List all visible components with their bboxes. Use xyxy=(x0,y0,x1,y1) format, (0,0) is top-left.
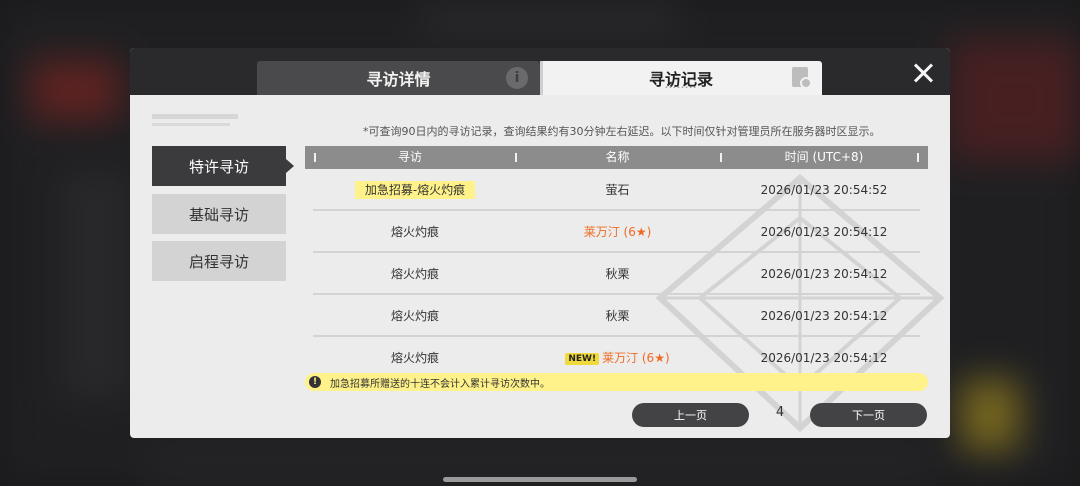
column-header-name: 名称 xyxy=(605,150,630,164)
document-icon xyxy=(792,67,812,89)
info-icon: i xyxy=(506,67,528,89)
tab-recruit-details[interactable]: 寻访详情 i xyxy=(257,61,540,95)
side-tab-starter-recruit[interactable]: 启程寻访 xyxy=(152,241,286,281)
cell-name: 萤石 xyxy=(605,183,630,197)
cell-time: 2026/01/23 20:54:12 xyxy=(760,267,888,281)
faded-code-text xyxy=(152,123,230,126)
close-icon[interactable] xyxy=(910,60,936,86)
cell-pool: 熔火灼痕 xyxy=(390,309,439,323)
column-header-pool: 寻访 xyxy=(397,150,422,164)
warning-icon: ! xyxy=(309,376,321,388)
side-tab-label: 特许寻访 xyxy=(188,157,249,176)
query-notice: *可查询90日内的寻访记录，查询结果约有30分钟左右延迟。以下时间仅针对管理员所… xyxy=(363,125,881,138)
column-header-time: 时间 (UTC+8) xyxy=(784,150,864,164)
cell-time: 2026/01/23 20:54:52 xyxy=(760,183,888,197)
side-tab-label: 基础寻访 xyxy=(188,205,249,224)
tab-recruit-records[interactable]: 寻访记录 ········ xyxy=(540,61,822,95)
column-separator xyxy=(917,153,919,162)
tab-active-indicator: ········ xyxy=(664,83,698,92)
cell-name-six-star: 莱万汀 (6★) xyxy=(583,225,652,239)
tip-bar: ! 加急招募所赠送的十连不会计入累计寻访次数中。 xyxy=(305,373,928,391)
table-header: 寻访 名称 时间 (UTC+8) xyxy=(305,146,928,169)
faded-code-text xyxy=(152,114,238,119)
tip-text: 加急招募所赠送的十连不会计入累计寻访次数中。 xyxy=(330,378,550,390)
table-row: 熔火灼痕 秋栗 2026/01/23 20:54:12 xyxy=(305,253,928,295)
table-row: 熔火灼痕 莱万汀 (6★) 2026/01/23 20:54:12 xyxy=(305,211,928,253)
cell-time: 2026/01/23 20:54:12 xyxy=(760,309,888,323)
next-page-label: 下一页 xyxy=(852,409,885,422)
side-tab-basic-recruit[interactable]: 基础寻访 xyxy=(152,194,286,234)
next-page-button[interactable]: 下一页 xyxy=(810,403,927,427)
cell-name: 秋栗 xyxy=(605,267,630,281)
cell-name-six-star: 莱万汀 (6★) xyxy=(602,351,670,365)
side-tab-label: 启程寻访 xyxy=(188,252,249,271)
table-row: 熔火灼痕 秋栗 2026/01/23 20:54:12 xyxy=(305,295,928,337)
highlighted-pool-label: 加急招募-熔火灼痕 xyxy=(354,181,476,199)
new-badge: NEW! xyxy=(565,353,600,365)
recruit-history-dialog: 寻访详情 i 寻访记录 ········ 特许寻访 基础寻访 启程寻访 *可查询… xyxy=(130,48,950,438)
prev-page-label: 上一页 xyxy=(674,409,707,422)
cell-pool: 加急招募-熔火灼痕 xyxy=(305,169,525,211)
tab-details-label: 寻访详情 xyxy=(366,70,431,89)
tab-active-accent xyxy=(540,61,543,95)
cell-time: 2026/01/23 20:54:12 xyxy=(760,225,888,239)
cell-pool: 熔火灼痕 xyxy=(390,267,439,281)
table-row: 加急招募-熔火灼痕 萤石 2026/01/23 20:54:52 xyxy=(305,169,928,211)
cell-pool: 熔火灼痕 xyxy=(390,225,439,239)
prev-page-button[interactable]: 上一页 xyxy=(632,403,749,427)
cell-name: 秋栗 xyxy=(605,309,630,323)
current-page-number: 4 xyxy=(775,405,785,420)
home-indicator[interactable] xyxy=(443,477,637,482)
side-tab-special-recruit[interactable]: 特许寻访 xyxy=(152,146,294,186)
